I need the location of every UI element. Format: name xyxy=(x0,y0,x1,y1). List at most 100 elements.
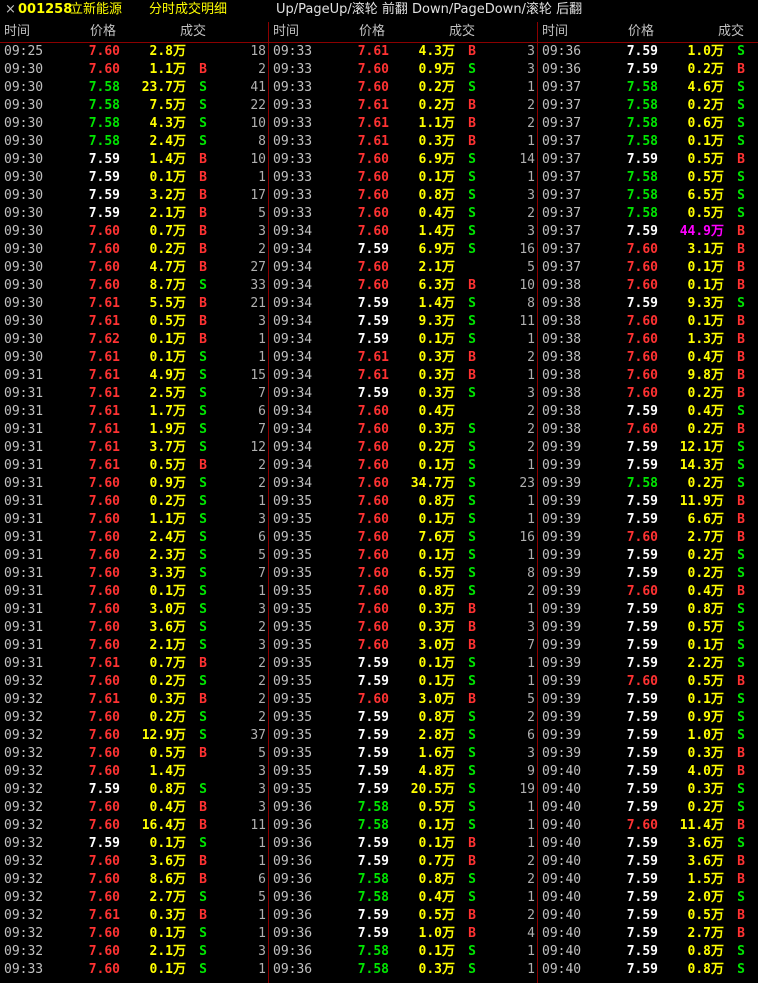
trade-direction: B xyxy=(199,908,207,923)
trade-row: 09:31 7.60 2.1万 S 3 xyxy=(0,637,268,655)
trade-row: 09:40 7.59 0.8万 S xyxy=(538,943,758,961)
trade-direction: B xyxy=(737,512,745,527)
trade-count: 2 xyxy=(527,440,535,455)
trade-price: 7.59 xyxy=(626,548,658,563)
trade-row: 09:30 7.59 0.1万 B 1 xyxy=(0,169,268,187)
trade-time: 09:30 xyxy=(4,278,44,293)
trade-direction: S xyxy=(199,674,207,689)
trade-column-3[interactable]: 时间 价格 成交 09:36 7.59 1.0万 S 09:36 7.59 0.2万 B 09:… xyxy=(538,22,758,983)
trade-time: 09:33 xyxy=(273,152,313,167)
trade-time: 09:39 xyxy=(542,476,582,491)
trade-price: 7.61 xyxy=(88,692,120,707)
trade-volume: 23.7万 xyxy=(141,80,186,95)
trade-time: 09:39 xyxy=(542,620,582,635)
trade-row: 09:30 7.61 5.5万 B 21 xyxy=(0,295,268,313)
trade-direction: S xyxy=(468,512,476,527)
trade-count: 2 xyxy=(258,476,266,491)
trade-time: 09:34 xyxy=(273,224,313,239)
trade-time: 09:34 xyxy=(273,332,313,347)
trade-price: 7.60 xyxy=(357,548,389,563)
trade-count: 3 xyxy=(527,386,535,401)
trade-row: 09:36 7.58 0.1万 S 1 xyxy=(269,817,537,835)
trade-price: 7.60 xyxy=(357,602,389,617)
trade-count: 3 xyxy=(258,602,266,617)
trade-direction: S xyxy=(468,872,476,887)
trade-volume: 0.1万 xyxy=(149,926,186,941)
trade-count: 1 xyxy=(527,962,535,977)
trade-row: 09:37 7.60 3.1万 B xyxy=(538,241,758,259)
trade-price: 7.60 xyxy=(357,494,389,509)
trade-price: 7.61 xyxy=(88,296,120,311)
trade-time: 09:35 xyxy=(273,512,313,527)
trade-direction: B xyxy=(468,620,476,635)
trade-row: 09:39 7.59 0.1万 S xyxy=(538,691,758,709)
trade-price: 7.59 xyxy=(357,764,389,779)
trade-row: 09:33 7.60 0.2万 S 1 xyxy=(269,79,537,97)
trade-direction: B xyxy=(199,170,207,185)
trade-row: 09:38 7.60 0.2万 B xyxy=(538,385,758,403)
trade-time: 09:34 xyxy=(273,386,313,401)
trade-row: 09:39 7.60 0.5万 B xyxy=(538,673,758,691)
trade-column-2[interactable]: 时间 价格 成交 09:33 7.61 4.3万 B 3 09:33 7.60 0.9万 S 3 0… xyxy=(269,22,538,983)
trade-count: 1 xyxy=(527,944,535,959)
trade-count: 1 xyxy=(258,494,266,509)
trade-direction: S xyxy=(737,170,745,185)
trade-column-1[interactable]: 时间 价格 成交 09:25 7.60 2.8万 18 09:30 7.60 1.1万 B 2 0… xyxy=(0,22,269,983)
trade-price: 7.59 xyxy=(626,440,658,455)
trade-volume: 0.3万 xyxy=(149,692,186,707)
trade-time: 09:32 xyxy=(4,908,44,923)
trade-price: 7.60 xyxy=(626,278,658,293)
trade-count: 6 xyxy=(258,530,266,545)
trade-count: 10 xyxy=(519,278,535,293)
trade-time: 09:34 xyxy=(273,458,313,473)
trade-time: 09:37 xyxy=(542,80,582,95)
trade-row: 09:39 7.59 0.2万 S xyxy=(538,547,758,565)
trade-price: 7.59 xyxy=(626,746,658,761)
trade-row: 09:37 7.58 4.6万 S xyxy=(538,79,758,97)
trade-price: 7.60 xyxy=(626,242,658,257)
trade-direction: S xyxy=(199,116,207,131)
trade-direction: B xyxy=(468,278,476,293)
trade-direction: S xyxy=(199,620,207,635)
trade-volume: 0.2万 xyxy=(687,476,724,491)
trade-direction: B xyxy=(468,44,476,59)
trade-direction: S xyxy=(468,242,476,257)
trade-direction: S xyxy=(468,710,476,725)
trade-direction: S xyxy=(199,710,207,725)
trade-volume: 0.3万 xyxy=(418,368,455,383)
close-icon[interactable]: × xyxy=(5,2,16,18)
trade-volume: 0.1万 xyxy=(149,332,186,347)
trade-row: 09:36 7.58 0.3万 S 1 xyxy=(269,961,537,979)
trade-time: 09:32 xyxy=(4,674,44,689)
trade-direction: B xyxy=(199,242,207,257)
trade-time: 09:36 xyxy=(273,944,313,959)
trade-price: 7.61 xyxy=(357,98,389,113)
trade-direction: B xyxy=(737,278,745,293)
trade-price: 7.60 xyxy=(88,962,120,977)
trade-time: 09:34 xyxy=(273,296,313,311)
trade-count: 3 xyxy=(527,746,535,761)
trade-price: 7.59 xyxy=(626,962,658,977)
trade-direction: S xyxy=(737,962,745,977)
trade-row: 09:32 7.60 3.6万 B 1 xyxy=(0,853,268,871)
trade-time: 09:30 xyxy=(4,242,44,257)
trade-row: 09:31 7.60 0.1万 S 1 xyxy=(0,583,268,601)
trade-time: 09:37 xyxy=(542,206,582,221)
trade-row: 09:35 7.59 0.1万 S 1 xyxy=(269,655,537,673)
trade-row: 09:34 7.59 0.1万 S 1 xyxy=(269,331,537,349)
trade-volume: 0.5万 xyxy=(687,908,724,923)
trade-direction: B xyxy=(468,134,476,149)
trade-time: 09:30 xyxy=(4,116,44,131)
trade-time: 09:33 xyxy=(273,170,313,185)
trade-direction: B xyxy=(468,638,476,653)
trade-price: 7.60 xyxy=(357,476,389,491)
trade-time: 09:33 xyxy=(273,206,313,221)
trade-volume: 0.1万 xyxy=(418,458,455,473)
trade-volume: 0.3万 xyxy=(418,620,455,635)
trade-row: 09:34 7.59 1.4万 S 8 xyxy=(269,295,537,313)
trade-row: 09:38 7.59 0.4万 S xyxy=(538,403,758,421)
trade-row: 09:33 7.61 0.2万 B 2 xyxy=(269,97,537,115)
trade-time: 09:38 xyxy=(542,350,582,365)
trade-volume: 7.6万 xyxy=(418,530,455,545)
trade-row: 09:39 7.60 2.7万 B xyxy=(538,529,758,547)
